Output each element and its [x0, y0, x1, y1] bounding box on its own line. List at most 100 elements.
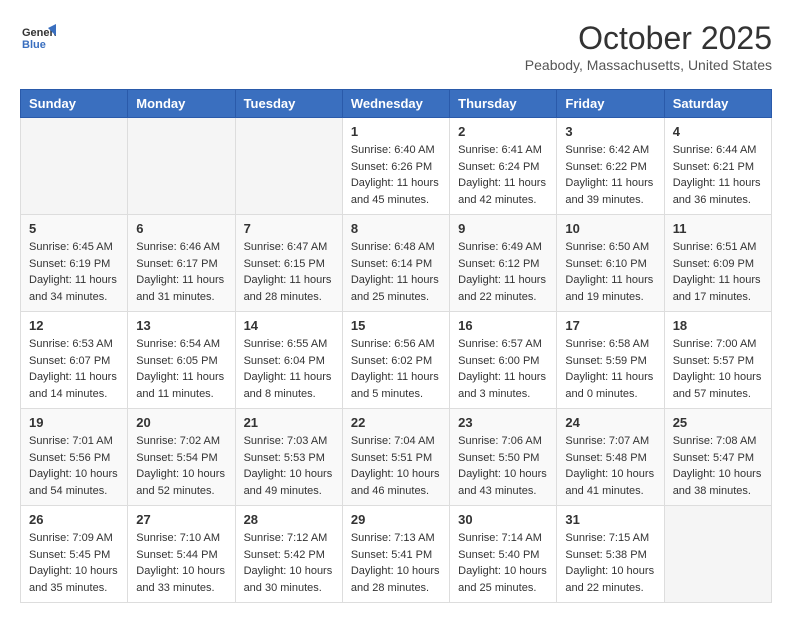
day-number: 20	[136, 415, 226, 430]
calendar-day-cell: 6 Sunrise: 6:46 AM Sunset: 6:17 PM Daylig…	[128, 215, 235, 312]
day-number: 14	[244, 318, 334, 333]
calendar-day-cell: 21 Sunrise: 7:03 AM Sunset: 5:53 PM Dayli…	[235, 409, 342, 506]
calendar-table: SundayMondayTuesdayWednesdayThursdayFrid…	[20, 89, 772, 603]
day-info: Sunrise: 6:46 AM Sunset: 6:17 PM Dayligh…	[136, 239, 226, 305]
calendar-body: 1 Sunrise: 6:40 AM Sunset: 6:26 PM Daylig…	[21, 118, 772, 603]
calendar-day-cell: 14 Sunrise: 6:55 AM Sunset: 6:04 PM Dayli…	[235, 312, 342, 409]
day-number: 1	[351, 124, 441, 139]
day-of-week-header: Wednesday	[342, 90, 449, 118]
day-number: 22	[351, 415, 441, 430]
day-info: Sunrise: 7:12 AM Sunset: 5:42 PM Dayligh…	[244, 530, 334, 596]
day-info: Sunrise: 6:49 AM Sunset: 6:12 PM Dayligh…	[458, 239, 548, 305]
calendar-day-cell: 24Sunrise: 7:07 AM Sunset: 5:48 PM Dayli…	[557, 409, 664, 506]
calendar-day-cell: 23Sunrise: 7:06 AM Sunset: 5:50 PM Dayli…	[450, 409, 557, 506]
day-number: 19	[29, 415, 119, 430]
calendar-day-cell: 20Sunrise: 7:02 AM Sunset: 5:54 PM Dayli…	[128, 409, 235, 506]
day-info: Sunrise: 6:45 AM Sunset: 6:19 PM Dayligh…	[29, 239, 119, 305]
calendar-day-cell: 8 Sunrise: 6:48 AM Sunset: 6:14 PM Daylig…	[342, 215, 449, 312]
page-header: General Blue October 2025 Peabody, Massa…	[20, 20, 772, 73]
day-info: Sunrise: 7:00 AM Sunset: 5:57 PM Dayligh…	[673, 336, 763, 402]
calendar-week-row: 26Sunrise: 7:09 AM Sunset: 5:45 PM Dayli…	[21, 506, 772, 603]
calendar-day-cell: 10 Sunrise: 6:50 AM Sunset: 6:10 PM Dayli…	[557, 215, 664, 312]
day-number: 8	[351, 221, 441, 236]
day-of-week-header: Monday	[128, 90, 235, 118]
calendar-week-row: 12 Sunrise: 6:53 AM Sunset: 6:07 PM Dayli…	[21, 312, 772, 409]
day-number: 21	[244, 415, 334, 430]
day-number: 11	[673, 221, 763, 236]
calendar-day-cell: 27 Sunrise: 7:10 AM Sunset: 5:44 PM Dayli…	[128, 506, 235, 603]
calendar-day-cell	[21, 118, 128, 215]
calendar-day-cell: 7 Sunrise: 6:47 AM Sunset: 6:15 PM Daylig…	[235, 215, 342, 312]
calendar-day-cell: 15Sunrise: 6:56 AM Sunset: 6:02 PM Dayli…	[342, 312, 449, 409]
day-of-week-header: Tuesday	[235, 90, 342, 118]
day-number: 16	[458, 318, 548, 333]
calendar-day-cell: 3 Sunrise: 6:42 AM Sunset: 6:22 PM Daylig…	[557, 118, 664, 215]
day-info: Sunrise: 7:08 AM Sunset: 5:47 PM Dayligh…	[673, 433, 763, 499]
day-number: 13	[136, 318, 226, 333]
day-info: Sunrise: 6:48 AM Sunset: 6:14 PM Dayligh…	[351, 239, 441, 305]
day-of-week-header: Thursday	[450, 90, 557, 118]
day-number: 3	[565, 124, 655, 139]
day-number: 15	[351, 318, 441, 333]
calendar-day-cell: 17 Sunrise: 6:58 AM Sunset: 5:59 PM Dayli…	[557, 312, 664, 409]
day-number: 12	[29, 318, 119, 333]
day-info: Sunrise: 6:51 AM Sunset: 6:09 PM Dayligh…	[673, 239, 763, 305]
day-number: 18	[673, 318, 763, 333]
day-info: Sunrise: 7:10 AM Sunset: 5:44 PM Dayligh…	[136, 530, 226, 596]
day-info: Sunrise: 6:55 AM Sunset: 6:04 PM Dayligh…	[244, 336, 334, 402]
day-info: Sunrise: 6:47 AM Sunset: 6:15 PM Dayligh…	[244, 239, 334, 305]
day-info: Sunrise: 6:42 AM Sunset: 6:22 PM Dayligh…	[565, 142, 655, 208]
calendar-day-cell: 22Sunrise: 7:04 AM Sunset: 5:51 PM Dayli…	[342, 409, 449, 506]
day-info: Sunrise: 6:53 AM Sunset: 6:07 PM Dayligh…	[29, 336, 119, 402]
day-info: Sunrise: 6:54 AM Sunset: 6:05 PM Dayligh…	[136, 336, 226, 402]
day-info: Sunrise: 6:57 AM Sunset: 6:00 PM Dayligh…	[458, 336, 548, 402]
day-number: 28	[244, 512, 334, 527]
day-info: Sunrise: 6:41 AM Sunset: 6:24 PM Dayligh…	[458, 142, 548, 208]
day-of-week-header: Sunday	[21, 90, 128, 118]
calendar-week-row: 5 Sunrise: 6:45 AM Sunset: 6:19 PM Daylig…	[21, 215, 772, 312]
day-number: 9	[458, 221, 548, 236]
day-info: Sunrise: 6:58 AM Sunset: 5:59 PM Dayligh…	[565, 336, 655, 402]
day-info: Sunrise: 7:03 AM Sunset: 5:53 PM Dayligh…	[244, 433, 334, 499]
calendar-day-cell: 28 Sunrise: 7:12 AM Sunset: 5:42 PM Dayli…	[235, 506, 342, 603]
calendar-day-cell: 31 Sunrise: 7:15 AM Sunset: 5:38 PM Dayli…	[557, 506, 664, 603]
day-info: Sunrise: 7:01 AM Sunset: 5:56 PM Dayligh…	[29, 433, 119, 499]
calendar-day-cell	[128, 118, 235, 215]
calendar-day-cell: 2Sunrise: 6:41 AM Sunset: 6:24 PM Daylig…	[450, 118, 557, 215]
day-info: Sunrise: 6:50 AM Sunset: 6:10 PM Dayligh…	[565, 239, 655, 305]
day-number: 10	[565, 221, 655, 236]
calendar-day-cell: 26Sunrise: 7:09 AM Sunset: 5:45 PM Dayli…	[21, 506, 128, 603]
calendar-day-cell: 11 Sunrise: 6:51 AM Sunset: 6:09 PM Dayli…	[664, 215, 771, 312]
calendar-day-cell: 19 Sunrise: 7:01 AM Sunset: 5:56 PM Dayli…	[21, 409, 128, 506]
calendar-day-cell: 12 Sunrise: 6:53 AM Sunset: 6:07 PM Dayli…	[21, 312, 128, 409]
day-number: 26	[29, 512, 119, 527]
day-number: 5	[29, 221, 119, 236]
day-number: 7	[244, 221, 334, 236]
calendar-day-cell: 25 Sunrise: 7:08 AM Sunset: 5:47 PM Dayli…	[664, 409, 771, 506]
calendar-day-cell: 13 Sunrise: 6:54 AM Sunset: 6:05 PM Dayli…	[128, 312, 235, 409]
calendar-day-cell: 16 Sunrise: 6:57 AM Sunset: 6:00 PM Dayli…	[450, 312, 557, 409]
calendar-header-row: SundayMondayTuesdayWednesdayThursdayFrid…	[21, 90, 772, 118]
calendar-day-cell	[664, 506, 771, 603]
day-info: Sunrise: 7:07 AM Sunset: 5:48 PM Dayligh…	[565, 433, 655, 499]
day-number: 25	[673, 415, 763, 430]
day-of-week-header: Saturday	[664, 90, 771, 118]
day-info: Sunrise: 7:13 AM Sunset: 5:41 PM Dayligh…	[351, 530, 441, 596]
logo: General Blue	[20, 20, 60, 56]
title-area: October 2025 Peabody, Massachusetts, Uni…	[525, 20, 772, 73]
calendar-week-row: 19 Sunrise: 7:01 AM Sunset: 5:56 PM Dayli…	[21, 409, 772, 506]
day-number: 17	[565, 318, 655, 333]
day-info: Sunrise: 7:06 AM Sunset: 5:50 PM Dayligh…	[458, 433, 548, 499]
day-number: 31	[565, 512, 655, 527]
calendar-day-cell: 1 Sunrise: 6:40 AM Sunset: 6:26 PM Daylig…	[342, 118, 449, 215]
calendar-day-cell: 18 Sunrise: 7:00 AM Sunset: 5:57 PM Dayli…	[664, 312, 771, 409]
day-number: 29	[351, 512, 441, 527]
day-number: 4	[673, 124, 763, 139]
day-info: Sunrise: 7:15 AM Sunset: 5:38 PM Dayligh…	[565, 530, 655, 596]
day-number: 6	[136, 221, 226, 236]
location: Peabody, Massachusetts, United States	[525, 57, 772, 73]
day-of-week-header: Friday	[557, 90, 664, 118]
day-info: Sunrise: 6:40 AM Sunset: 6:26 PM Dayligh…	[351, 142, 441, 208]
calendar-day-cell: 5 Sunrise: 6:45 AM Sunset: 6:19 PM Daylig…	[21, 215, 128, 312]
day-number: 27	[136, 512, 226, 527]
